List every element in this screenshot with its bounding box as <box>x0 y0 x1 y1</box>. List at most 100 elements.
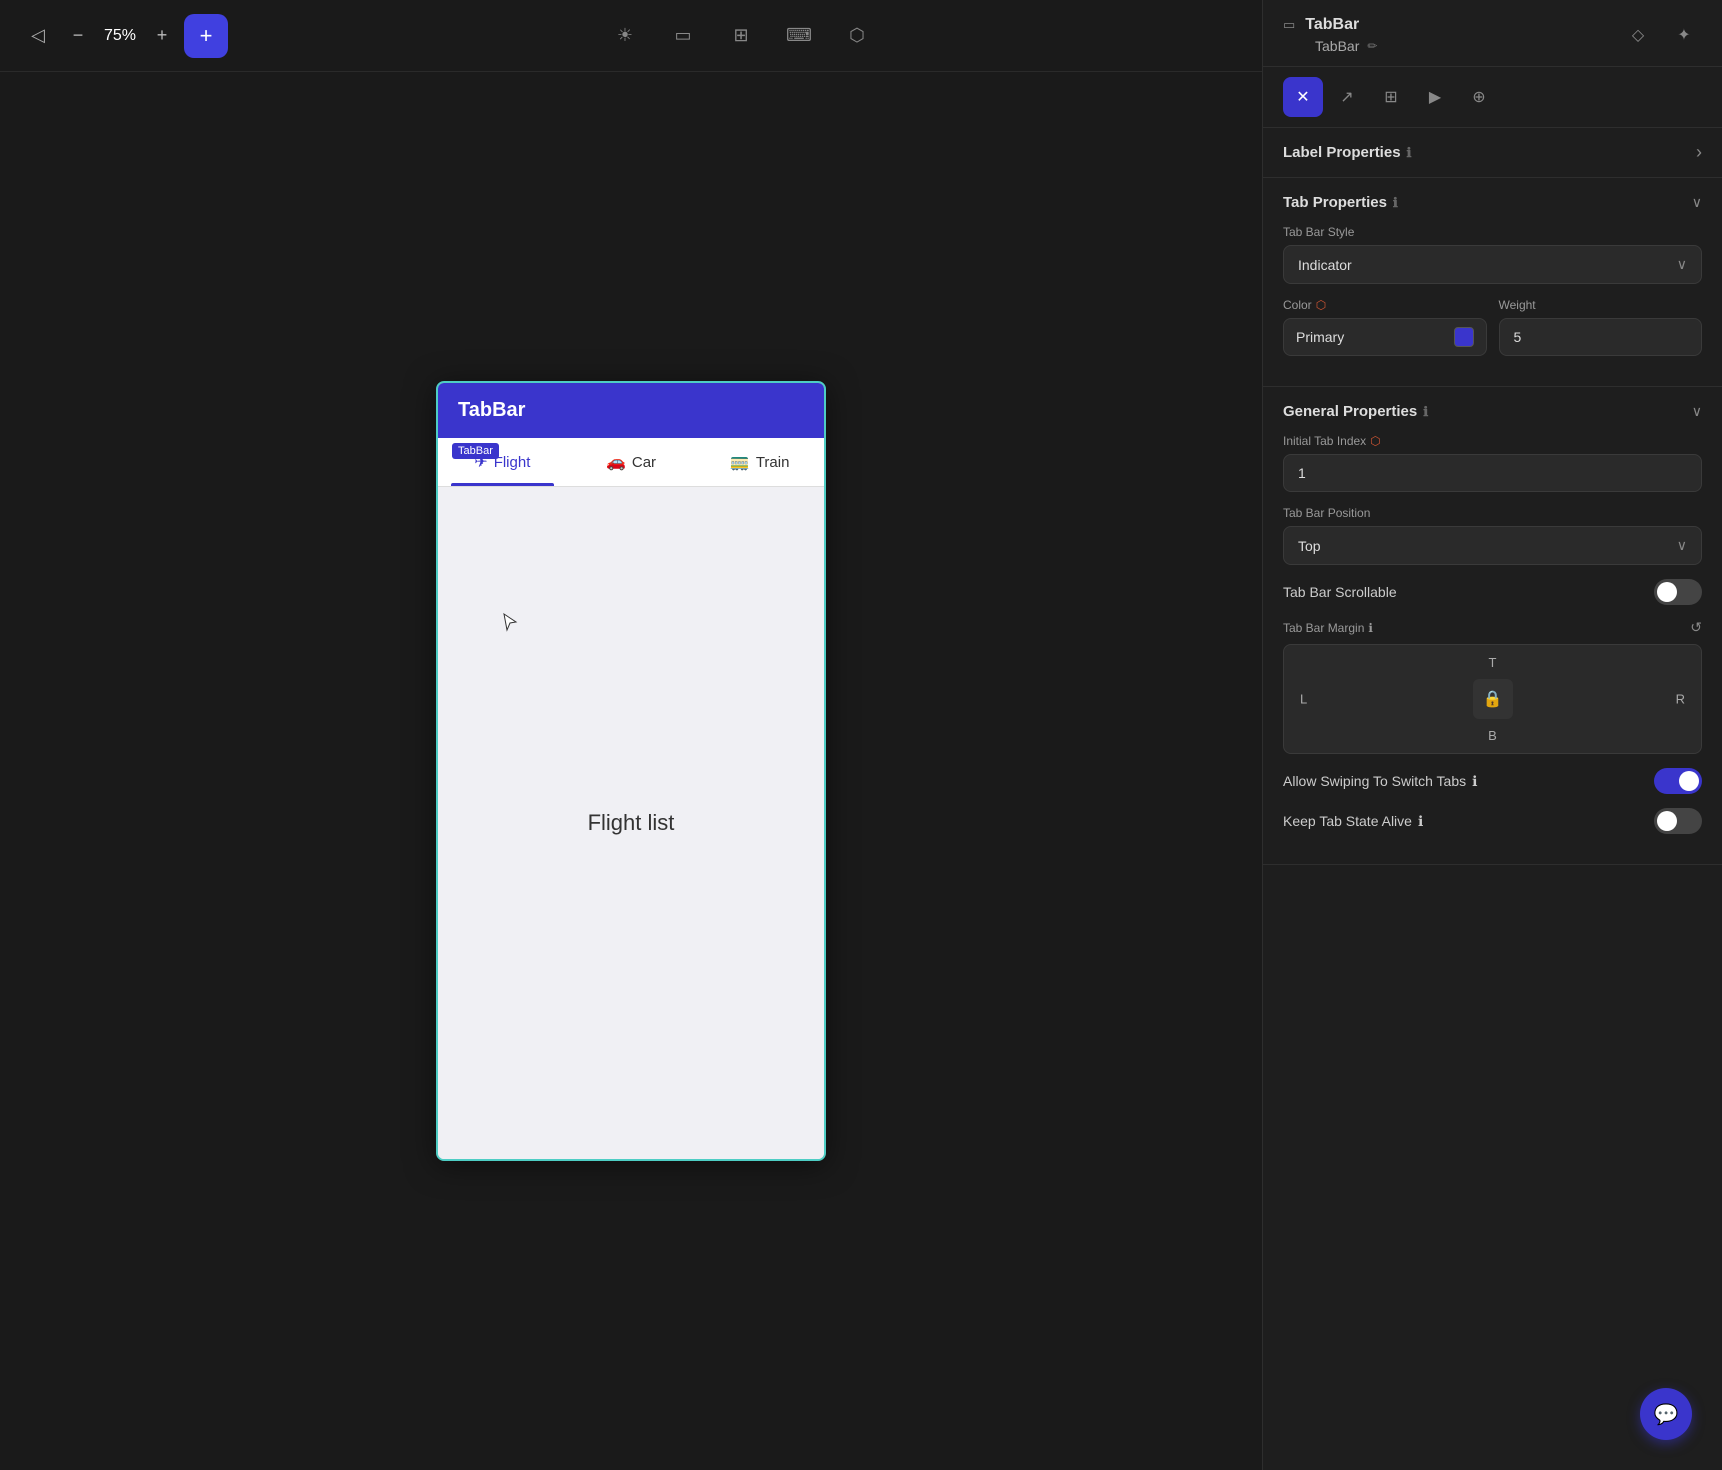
label-properties-chevron: › <box>1696 142 1702 163</box>
tab-bar-margin-label: Tab Bar Margin ℹ <box>1283 621 1373 635</box>
train-icon: 🚃 <box>730 452 750 472</box>
mobile-title: TabBar <box>458 399 525 422</box>
tab-properties-header[interactable]: Tab Properties ℹ ∨ <box>1283 194 1702 211</box>
color-select[interactable]: Primary <box>1283 318 1487 356</box>
weight-input[interactable] <box>1499 318 1703 356</box>
event-icon: ↗ <box>1340 87 1353 107</box>
add-variant-button[interactable]: ✦ <box>1666 17 1702 53</box>
tab-props-info-icon: ℹ <box>1393 195 1398 211</box>
keep-tab-state-info-icon: ℹ <box>1418 813 1423 830</box>
tab-bar-scrollable-label: Tab Bar Scrollable <box>1283 584 1397 600</box>
panel-header-icons: ◇ ✦ <box>1620 17 1702 53</box>
grid-icon-button[interactable]: ⊞ <box>722 17 760 55</box>
phone-icon-button[interactable]: ▭ <box>664 17 702 55</box>
tab-bar-position-chevron-icon: ∨ <box>1677 537 1687 554</box>
tab-clone[interactable]: ⊕ <box>1459 77 1499 117</box>
top-toolbar: ◁ − 75% + + ☀ ▭ ⊞ ⌨ ⬡ <box>0 0 1262 72</box>
mobile-app-header: TabBar <box>438 383 824 438</box>
tab-bar-scrollable-toggle[interactable] <box>1654 579 1702 605</box>
panel-title-row: ▭ TabBar <box>1283 16 1377 34</box>
zoom-value: 75% <box>100 27 140 45</box>
allow-swiping-info-icon: ℹ <box>1472 773 1477 790</box>
connect-icon-button[interactable]: ⬡ <box>838 17 876 55</box>
tab-table[interactable]: ⊞ <box>1371 77 1411 117</box>
margin-bottom-value[interactable]: B <box>1488 728 1497 743</box>
initial-tab-index-link-icon: ⬡ <box>1370 434 1380 448</box>
tab-bar-position-value: Top <box>1298 538 1677 554</box>
add-component-icon: + <box>200 23 213 49</box>
tab-flight-label: Flight <box>494 454 531 471</box>
mobile-frame: TabBar TabBar ✈ Flight 🚗 Car 🚃 Train <box>436 381 826 1161</box>
panel-header: ▭ TabBar TabBar ✏ ◇ ✦ <box>1263 0 1722 67</box>
margin-left-value[interactable]: L <box>1300 692 1307 707</box>
initial-tab-index-field: Initial Tab Index ⬡ <box>1283 434 1702 492</box>
allow-swiping-toggle[interactable] <box>1654 768 1702 794</box>
keep-tab-state-toggle[interactable] <box>1654 808 1702 834</box>
general-properties-header[interactable]: General Properties ℹ ∨ <box>1283 403 1702 420</box>
edit-icon[interactable]: ✏ <box>1367 39 1377 53</box>
tab-bar-style-select[interactable]: Indicator ∨ <box>1283 245 1702 284</box>
tab-car-label: Car <box>632 454 656 471</box>
margin-info-icon: ℹ <box>1368 621 1373 635</box>
tab-bar-style-value: Indicator <box>1298 257 1677 273</box>
panel-instance-row: TabBar ✏ <box>1283 38 1377 54</box>
tab-train[interactable]: 🚃 Train <box>695 438 824 486</box>
chat-fab-button[interactable]: 💬 <box>1640 1388 1692 1440</box>
initial-tab-index-input[interactable] <box>1283 454 1702 492</box>
color-label: Color ⬡ <box>1283 298 1487 312</box>
margin-top-value[interactable]: T <box>1489 655 1497 670</box>
sun-icon-button[interactable]: ☀ <box>606 17 644 55</box>
keyboard-icon-button[interactable]: ⌨ <box>780 17 818 55</box>
margin-lock-icon[interactable]: 🔒 <box>1473 679 1513 719</box>
allow-swiping-label: Allow Swiping To Switch Tabs ℹ <box>1283 773 1477 790</box>
tab-train-label: Train <box>756 454 790 471</box>
tab-play[interactable]: ▶ <box>1415 77 1455 117</box>
tab-design[interactable]: ✕ <box>1283 77 1323 117</box>
initial-tab-index-label: Initial Tab Index ⬡ <box>1283 434 1702 448</box>
table-icon: ⊞ <box>1384 87 1397 107</box>
zoom-plus-button[interactable]: + <box>148 22 176 50</box>
color-value: Primary <box>1296 329 1344 345</box>
tab-bar-style-field: Tab Bar Style Indicator ∨ <box>1283 225 1702 284</box>
collapse-button[interactable]: ◁ <box>20 18 56 54</box>
color-swatch <box>1454 327 1474 347</box>
reset-margin-icon[interactable]: ↺ <box>1690 619 1702 636</box>
left-panel: ◁ − 75% + + ☀ ▭ ⊞ ⌨ ⬡ TabBar TabBar <box>0 0 1262 1470</box>
add-component-button[interactable]: + <box>184 14 228 58</box>
tab-bar-scrollable-row: Tab Bar Scrollable <box>1283 579 1702 605</box>
car-icon: 🚗 <box>606 452 626 472</box>
color-link-icon: ⬡ <box>1316 298 1326 312</box>
right-panel: ▭ TabBar TabBar ✏ ◇ ✦ ✕ ↗ ⊞ ▶ ⊕ <box>1262 0 1722 1470</box>
flight-list-text: Flight list <box>588 810 675 836</box>
design-icon: ✕ <box>1296 87 1309 107</box>
tabbar-badge: TabBar <box>452 443 499 459</box>
tab-bar-position-label: Tab Bar Position <box>1283 506 1702 520</box>
gem-button[interactable]: ◇ <box>1620 17 1656 53</box>
general-props-info-icon: ℹ <box>1423 404 1428 420</box>
color-weight-row: Color ⬡ Primary Weight <box>1283 298 1702 370</box>
tab-bar-margin-header: Tab Bar Margin ℹ ↺ <box>1283 619 1702 636</box>
tab-event[interactable]: ↗ <box>1327 77 1367 117</box>
keep-tab-state-label: Keep Tab State Alive ℹ <box>1283 813 1423 830</box>
panel-tabs: ✕ ↗ ⊞ ▶ ⊕ <box>1263 67 1722 128</box>
tab-bar-style-label: Tab Bar Style <box>1283 225 1702 239</box>
tab-bar-position-select[interactable]: Top ∨ <box>1283 526 1702 565</box>
general-properties-title: General Properties ℹ <box>1283 403 1428 420</box>
tab-properties-title: Tab Properties ℹ <box>1283 194 1398 211</box>
keep-tab-state-row: Keep Tab State Alive ℹ <box>1283 808 1702 834</box>
label-properties-info-icon: ℹ <box>1407 145 1412 161</box>
margin-right-value[interactable]: R <box>1676 692 1685 707</box>
tab-car[interactable]: 🚗 Car <box>567 438 696 486</box>
allow-swiping-row: Allow Swiping To Switch Tabs ℹ <box>1283 768 1702 794</box>
label-properties-section[interactable]: Label Properties ℹ › <box>1263 128 1722 178</box>
panel-component-name: TabBar <box>1305 16 1359 34</box>
canvas-area: TabBar TabBar ✈ Flight 🚗 Car 🚃 Train <box>0 72 1262 1470</box>
tab-bar-margin-field: Tab Bar Margin ℹ ↺ T B L R 🔒 <box>1283 619 1702 754</box>
component-icon: ▭ <box>1283 17 1295 33</box>
toolbar-center: ☀ ▭ ⊞ ⌨ ⬡ <box>240 17 1242 55</box>
tab-bar-position-field: Tab Bar Position Top ∨ <box>1283 506 1702 565</box>
tab-bar-style-chevron-icon: ∨ <box>1677 256 1687 273</box>
panel-instance-name: TabBar <box>1315 38 1359 54</box>
play-icon: ▶ <box>1429 87 1441 107</box>
zoom-minus-button[interactable]: − <box>64 22 92 50</box>
